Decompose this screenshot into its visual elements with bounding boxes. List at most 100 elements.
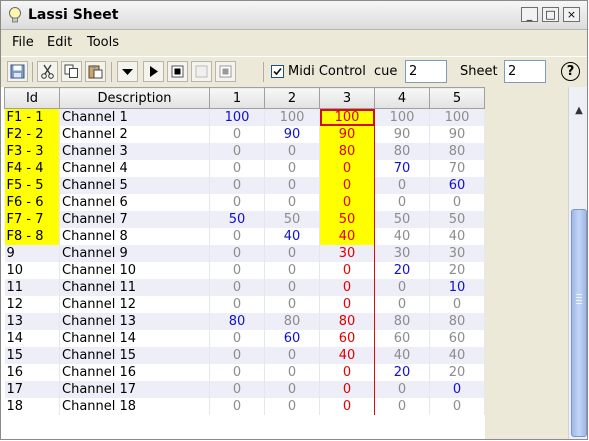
cell-cue-2[interactable]: 50	[264, 211, 320, 228]
paste-button[interactable]	[85, 61, 106, 82]
stop-alt-button[interactable]	[215, 61, 236, 82]
cell-cue-3[interactable]: 0	[319, 364, 375, 381]
cell-cue-4[interactable]: 20	[374, 364, 430, 381]
cell-description[interactable]: Channel 9	[59, 245, 210, 262]
cell-cue-2[interactable]: 0	[264, 279, 320, 296]
cell-cue-4[interactable]: 70	[374, 160, 430, 177]
cell-id[interactable]: F1 - 1	[4, 108, 60, 126]
cell-cue-1[interactable]: 0	[209, 177, 265, 194]
cell-cue-3[interactable]: 90	[319, 126, 375, 143]
title-bar[interactable]: Lassi Sheet _ □ ×	[1, 1, 587, 30]
cell-cue-3[interactable]: 0	[319, 381, 375, 398]
cell-id[interactable]: 11	[4, 279, 60, 296]
cell-id[interactable]: 18	[4, 398, 60, 415]
cell-cue-5[interactable]: 20	[429, 262, 485, 279]
table-row[interactable]: F1 - 1 Channel 1 100 100 100 100 100	[4, 108, 485, 126]
column-header-4[interactable]: 4	[374, 87, 430, 109]
cell-cue-5[interactable]: 20	[429, 364, 485, 381]
cell-cue-1[interactable]: 80	[209, 313, 265, 330]
cell-cue-5[interactable]: 60	[429, 330, 485, 347]
midi-control-label[interactable]: Midi Control	[288, 64, 366, 79]
cell-cue-2[interactable]: 80	[264, 313, 320, 330]
column-header-1[interactable]: 1	[209, 87, 265, 109]
cell-id[interactable]: 14	[4, 330, 60, 347]
cell-cue-2[interactable]: 0	[264, 160, 320, 177]
table-row[interactable]: F8 - 8 Channel 8 0 40 40 40 40	[4, 228, 485, 245]
copy-button[interactable]	[61, 61, 82, 82]
cell-description[interactable]: Channel 16	[59, 364, 210, 381]
cell-cue-1[interactable]: 0	[209, 381, 265, 398]
table-row[interactable]: F7 - 7 Channel 7 50 50 50 50 50	[4, 211, 485, 228]
help-icon[interactable]: ?	[561, 62, 580, 81]
cell-cue-4[interactable]: 30	[374, 245, 430, 262]
cell-cue-3[interactable]: 100	[319, 108, 375, 126]
vertical-scrollbar[interactable]: ▲	[568, 87, 587, 439]
cell-cue-1[interactable]: 0	[209, 194, 265, 211]
cell-cue-3[interactable]: 0	[319, 279, 375, 296]
cell-cue-3[interactable]: 0	[319, 194, 375, 211]
cut-button[interactable]	[37, 61, 58, 82]
column-header-3[interactable]: 3	[319, 87, 375, 109]
stop-button[interactable]	[167, 61, 188, 82]
cell-description[interactable]: Channel 8	[59, 228, 210, 245]
cell-cue-3[interactable]: 0	[319, 296, 375, 313]
cell-description[interactable]: Channel 12	[59, 296, 210, 313]
table-row[interactable]: 9 Channel 9 0 0 30 30 30	[4, 245, 485, 262]
cell-cue-4[interactable]: 80	[374, 143, 430, 160]
play-button[interactable]	[143, 61, 164, 82]
cell-cue-1[interactable]: 0	[209, 398, 265, 415]
cell-description[interactable]: Channel 17	[59, 381, 210, 398]
cell-cue-2[interactable]: 0	[264, 177, 320, 194]
cell-cue-1[interactable]: 0	[209, 245, 265, 262]
cell-cue-4[interactable]: 40	[374, 347, 430, 364]
scroll-up-icon[interactable]: ▲	[571, 105, 587, 122]
cell-cue-2[interactable]: 100	[264, 108, 320, 126]
cell-cue-1[interactable]: 0	[209, 330, 265, 347]
cell-cue-2[interactable]: 0	[264, 262, 320, 279]
cell-description[interactable]: Channel 5	[59, 177, 210, 194]
menu-file[interactable]: File	[12, 35, 34, 50]
menu-edit[interactable]: Edit	[47, 35, 72, 50]
cell-cue-4[interactable]: 0	[374, 194, 430, 211]
minimize-button[interactable]: _	[521, 7, 538, 22]
cell-description[interactable]: Channel 2	[59, 126, 210, 143]
cell-id[interactable]: F7 - 7	[4, 211, 60, 228]
cell-id[interactable]: F8 - 8	[4, 228, 60, 245]
cell-cue-5[interactable]: 30	[429, 245, 485, 262]
table-row[interactable]: F2 - 2 Channel 2 0 90 90 90 90	[4, 126, 485, 143]
cell-cue-4[interactable]: 0	[374, 177, 430, 194]
cell-description[interactable]: Channel 15	[59, 347, 210, 364]
cell-cue-3[interactable]: 30	[319, 245, 375, 262]
cell-cue-2[interactable]: 0	[264, 364, 320, 381]
cell-cue-3[interactable]: 50	[319, 211, 375, 228]
cell-cue-1[interactable]: 0	[209, 126, 265, 143]
cell-id[interactable]: 16	[4, 364, 60, 381]
cell-id[interactable]: F4 - 4	[4, 160, 60, 177]
cell-cue-5[interactable]: 0	[429, 381, 485, 398]
cell-cue-1[interactable]: 0	[209, 279, 265, 296]
cell-id[interactable]: 17	[4, 381, 60, 398]
column-header-2[interactable]: 2	[264, 87, 320, 109]
cell-cue-4[interactable]: 20	[374, 262, 430, 279]
cell-description[interactable]: Channel 11	[59, 279, 210, 296]
column-header-5[interactable]: 5	[429, 87, 485, 109]
cell-id[interactable]: 13	[4, 313, 60, 330]
cell-cue-1[interactable]: 0	[209, 364, 265, 381]
column-header-description[interactable]: Description	[59, 87, 210, 109]
cell-description[interactable]: Channel 10	[59, 262, 210, 279]
cell-cue-5[interactable]: 60	[429, 177, 485, 194]
cell-cue-3[interactable]: 0	[319, 398, 375, 415]
table-row[interactable]: 18 Channel 18 0 0 0 0 0	[4, 398, 485, 415]
cell-cue-4[interactable]: 0	[374, 381, 430, 398]
scrollbar-thumb[interactable]	[571, 209, 587, 437]
cell-cue-3[interactable]: 80	[319, 143, 375, 160]
cell-cue-2[interactable]: 0	[264, 296, 320, 313]
cell-cue-3[interactable]: 0	[319, 177, 375, 194]
cell-id[interactable]: 15	[4, 347, 60, 364]
cell-description[interactable]: Channel 3	[59, 143, 210, 160]
cell-cue-2[interactable]: 0	[264, 245, 320, 262]
cell-cue-3[interactable]: 40	[319, 228, 375, 245]
table-row[interactable]: 12 Channel 12 0 0 0 0 0	[4, 296, 485, 313]
cell-description[interactable]: Channel 4	[59, 160, 210, 177]
cell-id[interactable]: 12	[4, 296, 60, 313]
